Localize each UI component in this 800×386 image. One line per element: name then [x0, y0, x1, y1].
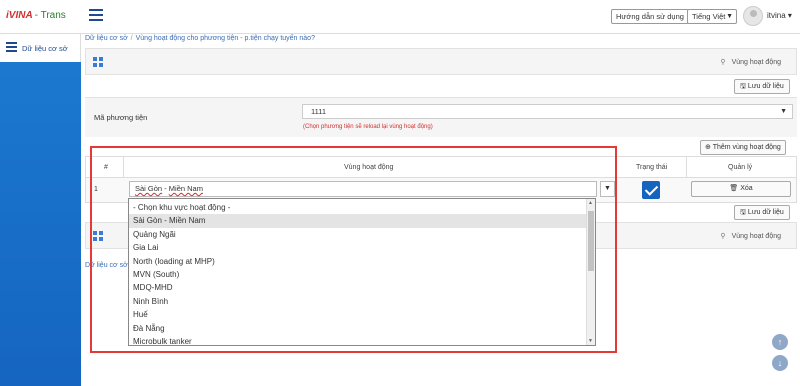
scroll-top-button[interactable]: ↑ — [772, 334, 788, 350]
map-marker-icon: ⚲ — [720, 59, 726, 66]
arrow-down-icon: ↓ — [777, 358, 783, 368]
app-logo[interactable]: iVINA - Trans — [6, 10, 66, 21]
grid-icon — [93, 57, 103, 67]
sidebar: Dữ liệu cơ sở — [0, 34, 81, 386]
scroll-bottom-button[interactable]: ↓ — [772, 355, 788, 371]
vehicle-hint: (Chọn phương tiện sẽ reload lại vùng hoạ… — [303, 124, 433, 130]
add-area-button[interactable]: ⊕ Thêm vùng hoạt động — [700, 140, 786, 155]
delete-button[interactable]: 🗑 Xóa — [691, 181, 791, 197]
sidebar-item-base-data[interactable]: Dữ liệu cơ sở — [0, 34, 81, 62]
user-name: itvina — [767, 11, 786, 20]
status-checkbox[interactable] — [642, 181, 660, 199]
column-header-actions: Quản lý — [728, 164, 753, 171]
arrow-up-icon: ↑ — [777, 337, 783, 347]
list-icon — [6, 42, 17, 52]
section-title-text: Vùng hoạt động — [731, 233, 781, 240]
menu-toggle-icon[interactable] — [89, 9, 103, 23]
highlight-box — [90, 146, 617, 353]
language-select[interactable]: Tiếng Việt ▼ — [687, 9, 737, 24]
section-title: ⚲ Vùng hoạt động — [720, 58, 781, 66]
save-button[interactable]: 🖫 Lưu dữ liệu — [734, 79, 790, 94]
save-icon: 🖫 — [740, 209, 746, 216]
chevron-down-icon: ▼ — [726, 13, 733, 20]
breadcrumb: Dữ liệu cơ sở / Vùng hoạt động cho phương … — [85, 35, 315, 42]
vehicle-form: Mã phương tiện 1111 ▼ (Chọn phương tiện … — [85, 97, 797, 137]
vehicle-select[interactable]: 1111 ▼ — [302, 104, 793, 119]
chevron-down-icon: ▼ — [780, 108, 787, 115]
save-icon: 🖫 — [740, 83, 746, 90]
vehicle-label: Mã phương tiện — [94, 113, 148, 122]
map-marker-icon: ⚲ — [720, 233, 726, 240]
avatar[interactable] — [743, 6, 763, 26]
add-area-button-label: Thêm vùng hoạt động — [712, 144, 781, 151]
user-guide-button[interactable]: Hướng dẫn sử dụng — [611, 9, 689, 24]
save-button-bottom[interactable]: 🖫 Lưu dữ liệu — [734, 205, 790, 220]
vehicle-value: 1111 — [311, 107, 327, 116]
delete-button-label: Xóa — [740, 185, 753, 192]
logo-brand: iVINA — [6, 10, 33, 21]
trash-icon: 🗑 — [729, 185, 739, 192]
logo-suffix: - Trans — [34, 10, 66, 21]
breadcrumb-root-link[interactable]: Dữ liệu cơ sở — [85, 35, 128, 42]
top-navbar: iVINA - Trans Hướng dẫn sử dụng Tiếng Việ… — [0, 0, 800, 34]
sidebar-item-label: Dữ liệu cơ sở — [22, 44, 68, 53]
save-button-label: Lưu dữ liệu — [747, 209, 784, 216]
section-title: ⚲ Vùng hoạt động — [720, 232, 781, 240]
language-value: Tiếng Việt — [692, 12, 726, 21]
column-header-status: Trạng thái — [636, 164, 668, 171]
panel-header: ⚲ Vùng hoạt động — [85, 48, 797, 75]
plus-circle-icon: ⊕ — [705, 144, 711, 151]
section-title-text: Vùng hoạt động — [731, 59, 781, 66]
save-button-label: Lưu dữ liệu — [747, 83, 784, 90]
user-menu[interactable]: itvina ▾ — [767, 11, 792, 20]
breadcrumb-separator: / — [130, 35, 133, 42]
breadcrumb-current[interactable]: Vùng hoạt động cho phương tiện - p.tiện … — [136, 35, 315, 42]
caret-down-icon: ▾ — [787, 11, 792, 20]
